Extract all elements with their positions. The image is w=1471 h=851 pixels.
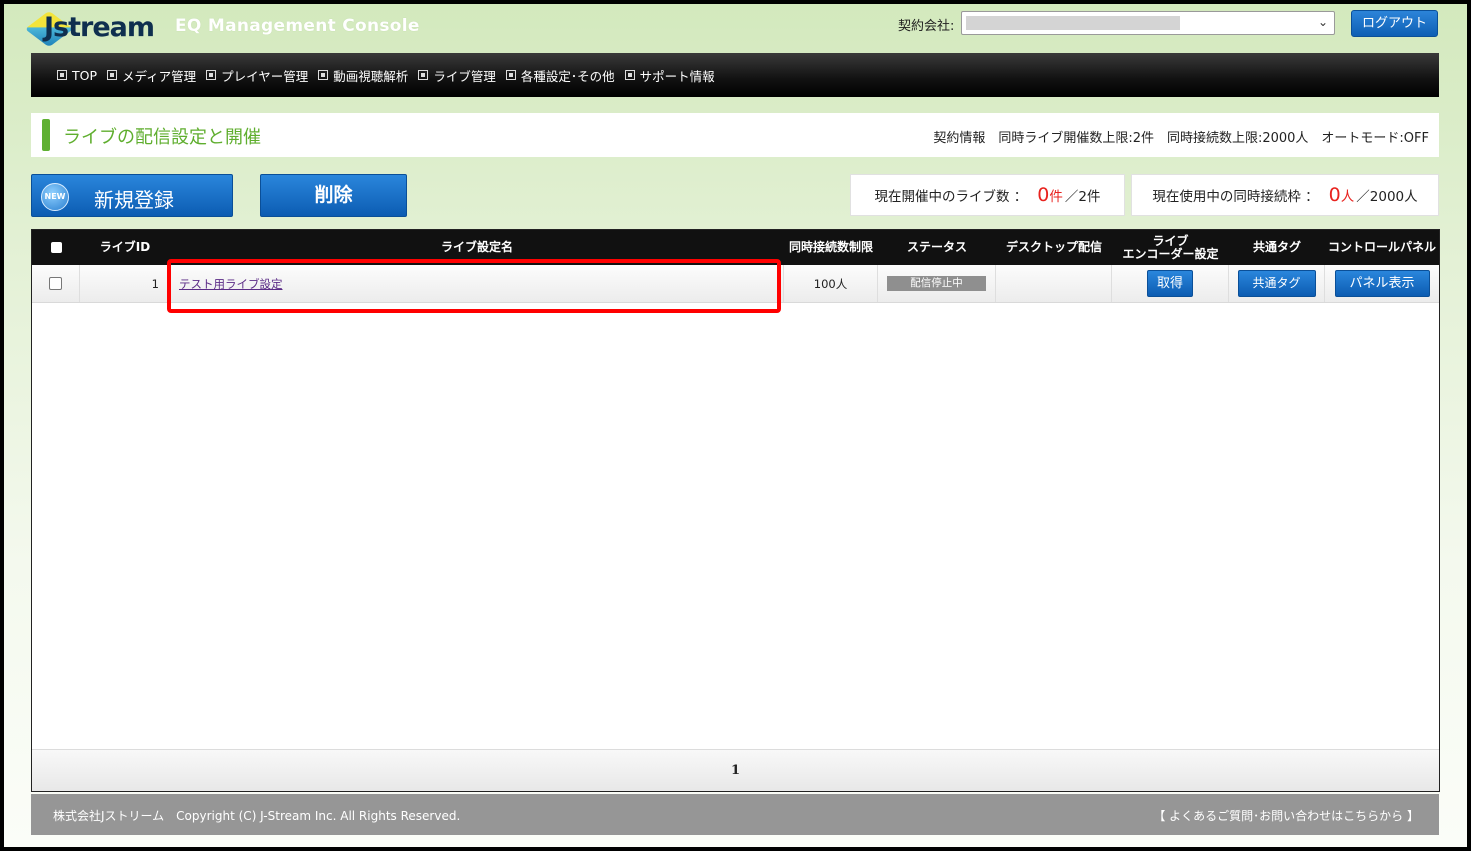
nav-item-label: サポート情報 [639, 68, 715, 84]
live-settings-table: ライブID ライブ設定名 同時接続数制限 ステータス デスクトップ配信 ライブ … [31, 229, 1440, 792]
connection-limit-cell: 100人 [784, 265, 878, 302]
connection-count-max: ／2000人 [1356, 189, 1418, 205]
checkbox-icon [505, 70, 516, 80]
pagination: 1 [32, 749, 1439, 791]
common-tag-cell: 共通タグ [1229, 265, 1325, 302]
checkbox-icon [624, 70, 635, 80]
live-name-cell: テスト用ライブ設定 [170, 265, 784, 302]
checkbox-icon [206, 70, 217, 80]
table-header: ライブID ライブ設定名 同時接続数制限 ステータス デスクトップ配信 ライブ … [32, 230, 1439, 265]
header-common-tag: 共通タグ [1252, 240, 1301, 254]
page-number-1[interactable]: 1 [731, 763, 740, 778]
status-badge: 配信停止中 [887, 276, 986, 291]
header-live-encoder-line1: ライブ [1152, 233, 1189, 248]
delete-button[interactable]: 削除 [260, 174, 407, 217]
header-live-encoder-line2: エンコーダー設定 [1122, 246, 1219, 261]
checkbox-icon [418, 70, 429, 80]
checkbox-icon [57, 70, 67, 80]
nav-item-player[interactable]: プレイヤー管理 [206, 66, 308, 85]
header-status: ステータス [906, 240, 967, 254]
header-desktop-delivery: デスクトップ配信 [1005, 240, 1102, 254]
nav-item-label: 動画視聴解析 [333, 68, 409, 84]
contract-label: 契約会社: [898, 19, 955, 34]
common-tag-button[interactable]: 共通タグ [1237, 270, 1316, 297]
checkbox-icon [107, 70, 118, 80]
nav-item-top[interactable]: TOP [57, 68, 97, 83]
nav-item-label: プレイヤー管理 [221, 68, 309, 84]
main-nav: TOP メディア管理 プレイヤー管理 動画視聴解析 ライブ管理 各種設定･その他… [31, 53, 1439, 97]
nav-item-label: メディア管理 [122, 68, 197, 84]
footer: 株式会社Jストリーム Copyright (C) J-Stream Inc. A… [31, 794, 1439, 835]
connection-count-unit: 人 [1340, 189, 1355, 205]
connection-count-current: 0 [1328, 184, 1341, 206]
faq-contact-link[interactable]: 【 よくあるご質問･お問い合わせはこちらから 】 [1153, 807, 1419, 824]
logo-text: Jstream [44, 12, 155, 43]
new-badge-icon: NEW [41, 183, 69, 211]
nav-item-label: ライブ管理 [433, 68, 496, 84]
nav-item-media[interactable]: メディア管理 [107, 66, 196, 85]
control-panel-cell: パネル表示 [1325, 265, 1439, 302]
live-name-link[interactable]: テスト用ライブ設定 [179, 276, 283, 292]
nav-item-live[interactable]: ライブ管理 [418, 66, 496, 85]
header-live-encoder: ライブ エンコーダー設定 [1112, 230, 1229, 265]
nav-item-analytics[interactable]: 動画視聴解析 [318, 66, 408, 85]
nav-item-support[interactable]: サポート情報 [624, 66, 715, 85]
row-select-cell [32, 265, 80, 302]
header-connection-limit: 同時接続数制限 [788, 240, 873, 254]
masked-company-value [966, 16, 1180, 30]
console-title: EQ Management Console [175, 16, 420, 36]
row-checkbox[interactable] [49, 277, 62, 290]
page-title: ライブの配信設定と開催 [63, 127, 261, 148]
live-count-max: ／2件 [1064, 189, 1101, 205]
connection-count-label: 現在使用中の同時接続枠 ： [1152, 189, 1319, 205]
connection-count-stat: 現在使用中の同時接続枠 ： 0 人／2000人 [1131, 174, 1439, 216]
live-count-label: 現在開催中のライブ数 ： [874, 189, 1028, 205]
header-control-panel: コントロールパネル [1327, 240, 1436, 254]
nav-item-label: TOP [72, 67, 98, 83]
desktop-delivery-cell [996, 265, 1112, 302]
copyright-text: 株式会社Jストリーム Copyright (C) J-Stream Inc. A… [53, 809, 461, 823]
contract-company-select[interactable]: ⌄ [961, 11, 1335, 35]
get-encoder-settings-button[interactable]: 取得 [1147, 270, 1193, 297]
chevron-down-icon: ⌄ [1317, 15, 1328, 29]
live-id-cell: 1 [80, 265, 170, 302]
live-count-unit: 件 [1049, 189, 1063, 205]
live-count-current: 0 [1037, 184, 1050, 206]
status-cell: 配信停止中 [878, 265, 996, 302]
logout-button[interactable]: ログアウト [1351, 10, 1438, 37]
live-count-stat: 現在開催中のライブ数 ： 0 件／2件 [850, 174, 1125, 216]
contract-info: 契約情報 同時ライブ開催数上限:2件 同時接続数上限:2000人 オートモード:… [933, 131, 1429, 146]
nav-item-settings[interactable]: 各種設定･その他 [505, 66, 615, 85]
new-registration-button[interactable]: NEW 新規登録 [31, 174, 233, 217]
show-panel-button[interactable]: パネル表示 [1334, 270, 1430, 297]
checkbox-icon [318, 70, 329, 80]
select-all-cell [32, 230, 80, 265]
page-title-bar: ライブの配信設定と開催 契約情報 同時ライブ開催数上限:2件 同時接続数上限:2… [31, 113, 1439, 157]
title-accent-bar [42, 119, 50, 151]
jstream-logo[interactable]: Jstream [24, 8, 155, 52]
table-row: 1 テスト用ライブ設定 100人 配信停止中 取得 共通タグ パネル表示 [32, 265, 1439, 303]
new-registration-label: 新規登録 [94, 188, 174, 212]
header-live-id[interactable]: ライブID [80, 230, 170, 265]
nav-item-label: 各種設定･その他 [520, 68, 615, 84]
select-all-checkbox[interactable] [50, 242, 62, 253]
encoder-cell: 取得 [1112, 265, 1229, 302]
header-live-name[interactable]: ライブ設定名 [170, 230, 784, 265]
app-window: Jstream EQ Management Console 契約会社: ⌄ ログ… [4, 4, 1467, 847]
